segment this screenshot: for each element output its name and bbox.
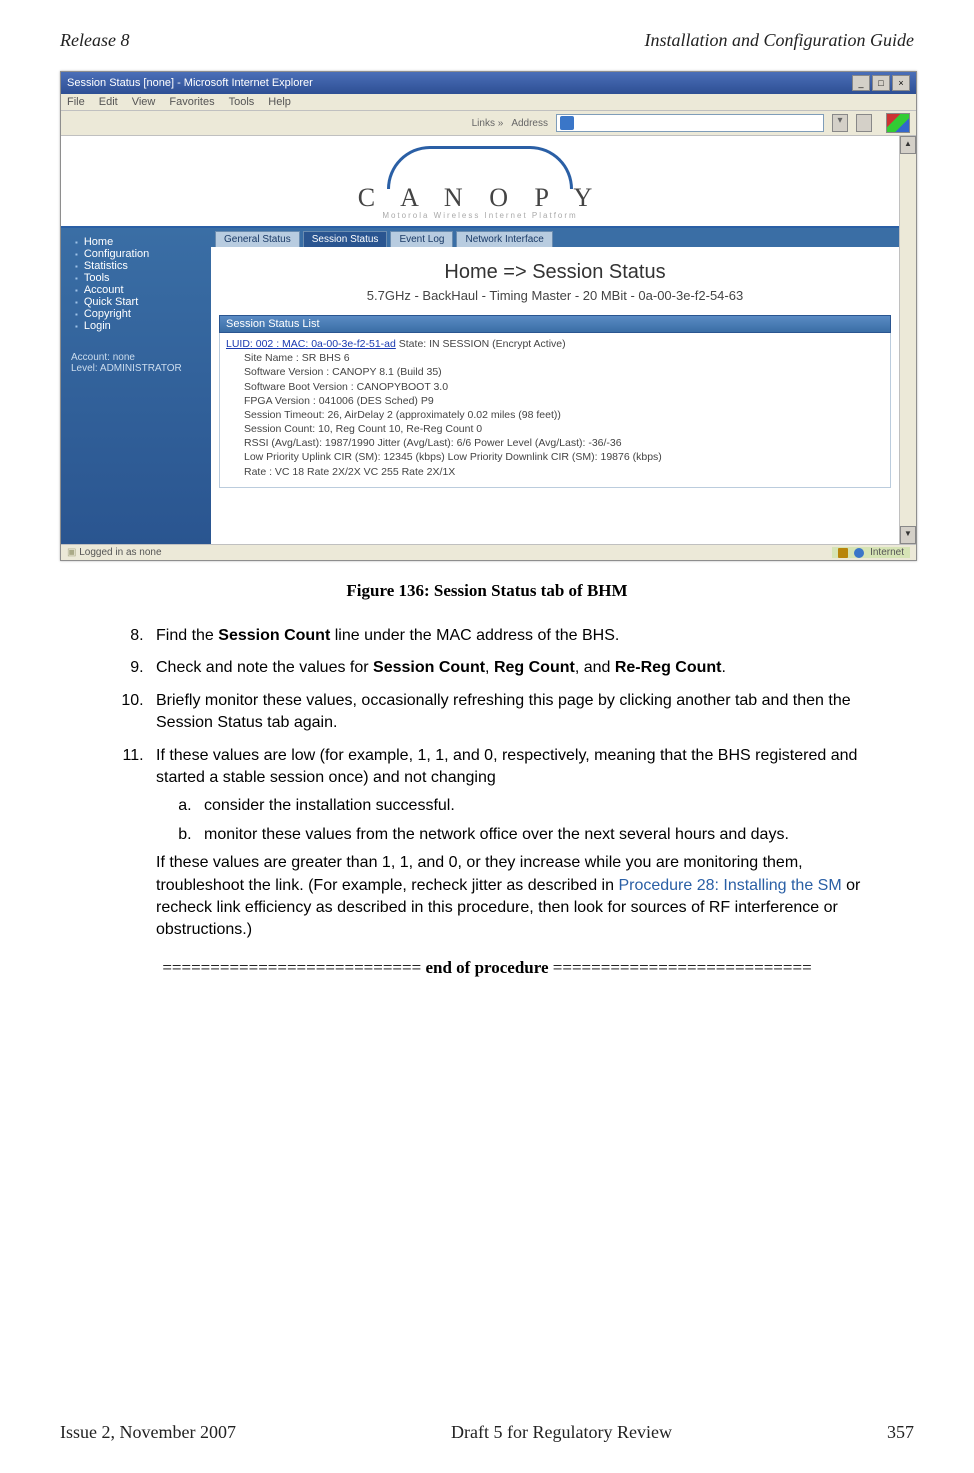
sidebar-item-tools[interactable]: Tools: [75, 272, 211, 284]
doc-icon: ▣: [67, 547, 76, 558]
session-line: Site Name : SR BHS 6: [244, 351, 884, 365]
sidebar-item-home[interactable]: Home: [75, 236, 211, 248]
lock-icon: [838, 548, 848, 558]
step-11a: consider the installation successful.: [196, 795, 874, 817]
session-line: Rate : VC 18 Rate 2X/2X VC 255 Rate 2X/1…: [244, 465, 884, 479]
sidebar-item-quickstart[interactable]: Quick Start: [75, 296, 211, 308]
menu-item[interactable]: File: [67, 96, 85, 108]
end-of-procedure: =========================== end of proce…: [60, 958, 914, 978]
dropdown-icon[interactable]: ▾: [832, 114, 848, 132]
tab-bar: General Status Session Status Event Log …: [211, 228, 899, 247]
window-title: Session Status [none] - Microsoft Intern…: [67, 77, 313, 89]
session-line: Software Boot Version : CANOPYBOOT 3.0: [244, 380, 884, 394]
step-8: Find the Session Count line under the MA…: [148, 625, 874, 647]
session-line: Session Count: 10, Reg Count 10, Re-Reg …: [244, 422, 884, 436]
status-text: Logged in as none: [79, 547, 161, 558]
close-icon[interactable]: ×: [892, 75, 910, 91]
maximize-icon[interactable]: □: [872, 75, 890, 91]
menu-item[interactable]: Favorites: [169, 96, 214, 108]
sidebar-item-account[interactable]: Account: [75, 284, 211, 296]
session-line: FPGA Version : 041006 (DES Sched) P9: [244, 394, 884, 408]
level-line: Level: ADMINISTRATOR: [71, 363, 211, 374]
ie-logo-icon: [886, 113, 910, 133]
footer-left: Issue 2, November 2007: [60, 1422, 236, 1443]
session-line: Session Timeout: 26, AirDelay 2 (approxi…: [244, 408, 884, 422]
ie-status-bar: ▣ Logged in as none Internet: [61, 544, 916, 560]
ie-titlebar: Session Status [none] - Microsoft Intern…: [61, 72, 916, 94]
canopy-header: C A N O P Y Motorola Wireless Internet P…: [61, 136, 899, 228]
address-label: Address: [511, 118, 548, 129]
menu-item[interactable]: Tools: [229, 96, 255, 108]
footer-right: 357: [887, 1422, 914, 1443]
panel-body: LUID: 002 : MAC: 0a-00-3e-f2-51-ad State…: [219, 333, 891, 488]
session-line: RSSI (Avg/Last): 1987/1990 Jitter (Avg/L…: [244, 436, 884, 450]
panel-header: Session Status List: [219, 315, 891, 333]
luid-state: State: IN SESSION (Encrypt Active): [396, 338, 566, 350]
session-line: Low Priority Uplink CIR (SM): 12345 (kbp…: [244, 450, 884, 464]
minimize-icon[interactable]: _: [852, 75, 870, 91]
content-subtitle: 5.7GHz - BackHaul - Timing Master - 20 M…: [211, 288, 899, 303]
go-button[interactable]: [856, 114, 872, 132]
ie-menubar: File Edit View Favorites Tools Help: [61, 94, 916, 111]
scroll-up-icon[interactable]: ▲: [900, 136, 916, 154]
tab-general-status[interactable]: General Status: [215, 231, 300, 247]
address-input[interactable]: [556, 114, 824, 132]
page-footer: Issue 2, November 2007 Draft 5 for Regul…: [60, 1422, 914, 1443]
links-label[interactable]: Links »: [472, 118, 504, 129]
tab-event-log[interactable]: Event Log: [390, 231, 453, 247]
page-header: Release 8 Installation and Configuration…: [60, 30, 914, 51]
menu-item[interactable]: Help: [268, 96, 291, 108]
step-11-after: If these values are greater than 1, 1, a…: [156, 852, 874, 942]
menu-item[interactable]: Edit: [99, 96, 118, 108]
zone-text: Internet: [870, 547, 904, 558]
vertical-scrollbar[interactable]: ▲ ▼: [899, 136, 916, 544]
sidebar-item-copyright[interactable]: Copyright: [75, 308, 211, 320]
procedure-link[interactable]: Procedure 28: Installing the SM: [618, 877, 841, 894]
tab-session-status[interactable]: Session Status: [303, 231, 388, 247]
header-right: Installation and Configuration Guide: [644, 30, 914, 51]
step-10: Briefly monitor these values, occasional…: [148, 690, 874, 735]
screenshot-ie-window: Session Status [none] - Microsoft Intern…: [60, 71, 917, 561]
sidebar-item-configuration[interactable]: Configuration: [75, 248, 211, 260]
menu-item[interactable]: View: [132, 96, 156, 108]
sidebar-item-statistics[interactable]: Statistics: [75, 260, 211, 272]
content-title: Home => Session Status: [211, 261, 899, 284]
sidebar: Home Configuration Statistics Tools Acco…: [61, 228, 211, 544]
luid-link[interactable]: LUID: 002 : MAC: 0a-00-3e-f2-51-ad: [226, 338, 396, 350]
sidebar-item-login[interactable]: Login: [75, 320, 211, 332]
figure-caption: Figure 136: Session Status tab of BHM: [60, 581, 914, 601]
footer-center: Draft 5 for Regulatory Review: [451, 1422, 672, 1443]
session-line: Software Version : CANOPY 8.1 (Build 35): [244, 365, 884, 379]
globe-icon: [854, 548, 864, 558]
main-area: General Status Session Status Event Log …: [211, 228, 899, 544]
header-left: Release 8: [60, 30, 129, 51]
step-11: If these values are low (for example, 1,…: [148, 745, 874, 942]
scroll-down-icon[interactable]: ▼: [900, 526, 916, 544]
tab-network-interface[interactable]: Network Interface: [456, 231, 552, 247]
go-icon[interactable]: [560, 116, 574, 130]
ie-toolbar: Links » Address ▾: [61, 111, 916, 136]
procedure-list: Find the Session Count line under the MA…: [120, 625, 874, 942]
account-line: Account: none: [71, 352, 211, 363]
step-11b: monitor these values from the network of…: [196, 824, 874, 846]
step-9: Check and note the values for Session Co…: [148, 657, 874, 679]
canopy-logo: C A N O P Y: [358, 183, 603, 213]
